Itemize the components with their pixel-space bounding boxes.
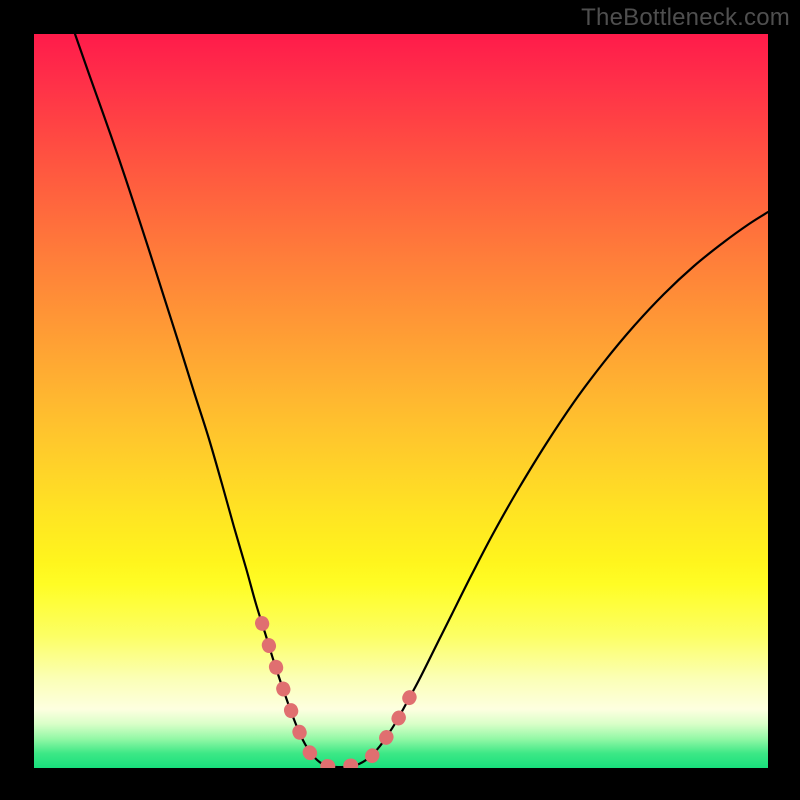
chart-frame [34, 34, 768, 768]
watermark-text: TheBottleneck.com [581, 4, 790, 32]
marker-segment-left [262, 623, 358, 767]
chart-svg [34, 34, 768, 768]
marker-segment-right [372, 681, 418, 756]
bottleneck-curve [75, 34, 768, 767]
